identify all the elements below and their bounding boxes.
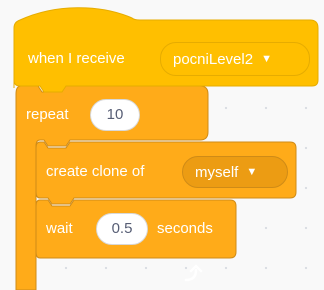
caret-down-icon: ▼ (246, 166, 258, 178)
when-i-receive-label: when I receive (28, 50, 125, 67)
wait-seconds-input[interactable]: 0.5 (96, 213, 148, 245)
caret-down-icon: ▼ (261, 53, 272, 65)
message-dropdown-value: pocniLevel2 (173, 50, 254, 68)
clone-target-dropdown-value: myself (195, 163, 239, 181)
clone-target-dropdown[interactable]: myself ▼ (182, 156, 288, 188)
create-clone-label: create clone of (46, 163, 145, 180)
loop-arrow-icon (184, 264, 203, 282)
seconds-label: seconds (157, 220, 213, 237)
repeat-label: repeat (26, 106, 69, 123)
message-dropdown[interactable]: pocniLevel2 ▼ (160, 42, 310, 76)
repeat-times-input[interactable]: 10 (90, 99, 140, 131)
wait-label: wait (46, 220, 73, 237)
